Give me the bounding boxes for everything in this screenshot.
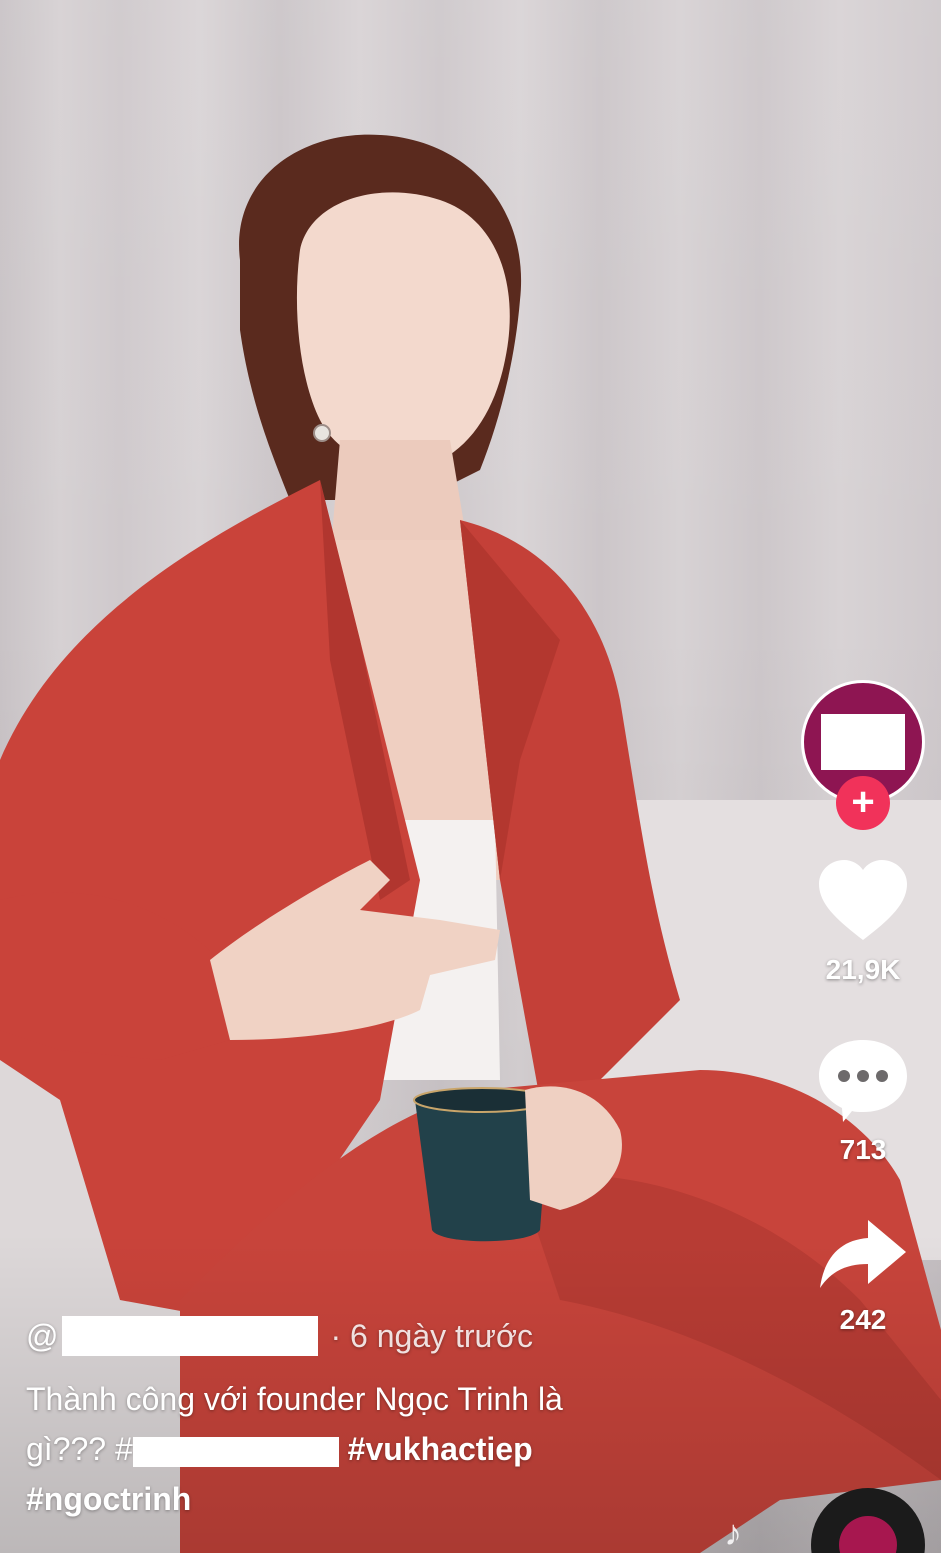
post-time: · 6 ngày trước — [330, 1317, 533, 1354]
share-action[interactable]: 242 — [818, 1218, 908, 1336]
author-line[interactable]: @ · 6 ngày trước — [26, 1316, 686, 1356]
heart-icon[interactable] — [817, 860, 909, 944]
creator-avatar[interactable]: + — [801, 680, 925, 830]
redacted-username[interactable] — [62, 1316, 319, 1356]
follow-button[interactable]: + — [836, 776, 890, 830]
action-rail: + 21,9K 713 242 — [801, 680, 925, 1336]
hashtag-vukhactiep[interactable]: #vukhactiep — [348, 1431, 533, 1467]
disc-logo — [839, 1516, 897, 1553]
share-arrow-icon[interactable] — [818, 1218, 908, 1294]
video-caption: @ · 6 ngày trước Thành công với founder … — [26, 1316, 686, 1524]
caption-text: Thành công với founder Ngọc Trinh là gì?… — [26, 1374, 686, 1524]
like-action[interactable]: 21,9K — [817, 860, 909, 986]
caption-line-2: gì??? # #vukhactiep — [26, 1424, 686, 1474]
music-note-icon: ♪ — [724, 1512, 742, 1553]
caption-line-1: Thành công với founder Ngọc Trinh là — [26, 1381, 563, 1417]
comment-action[interactable]: 713 — [817, 1038, 909, 1166]
video-player[interactable]: + 21,9K 713 242 @ · 6 ngày trước Thành c… — [0, 0, 941, 1553]
redacted-hashtag[interactable] — [132, 1436, 339, 1467]
at-sign: @ — [26, 1317, 59, 1354]
like-count: 21,9K — [825, 954, 901, 985]
caption-line-2-prefix: gì??? # — [26, 1431, 133, 1467]
comment-count: 713 — [839, 1134, 887, 1165]
hashtag-ngoctrinh[interactable]: #ngoctrinh — [26, 1474, 686, 1524]
comment-bubble-icon[interactable] — [817, 1038, 909, 1124]
share-count: 242 — [839, 1304, 887, 1335]
redacted-avatar-logo — [821, 714, 905, 770]
